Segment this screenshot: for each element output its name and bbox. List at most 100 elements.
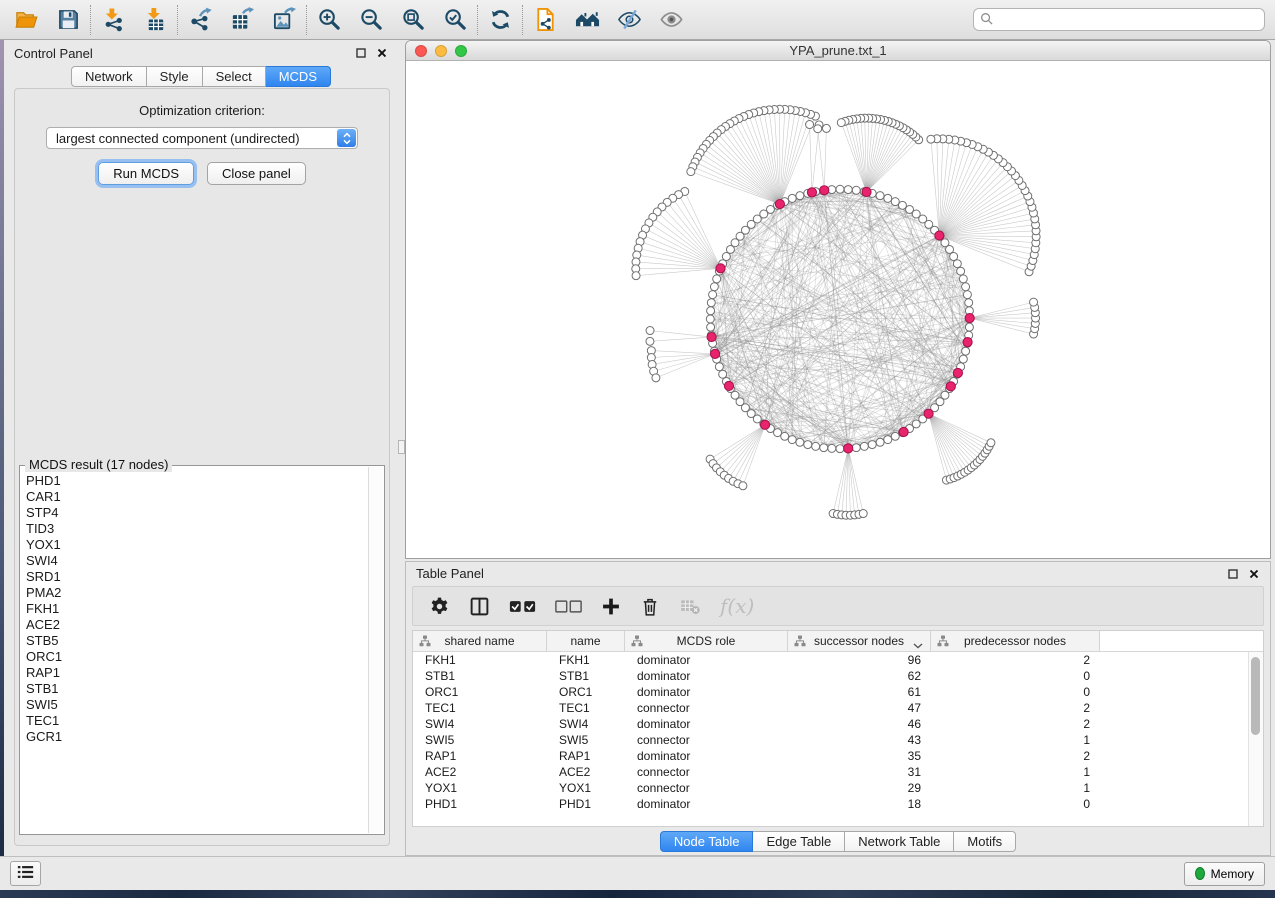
memory-button[interactable]: Memory xyxy=(1184,862,1265,886)
zoom-out-button[interactable] xyxy=(355,5,387,35)
table-delete-button xyxy=(679,591,701,621)
mcds-result-item[interactable]: PHD1 xyxy=(26,473,368,489)
table-scrollbar[interactable] xyxy=(1248,652,1263,826)
mcds-result-scrollbar[interactable] xyxy=(368,467,383,833)
minimize-window-light[interactable] xyxy=(435,45,447,57)
mcds-result-item[interactable]: SRD1 xyxy=(26,569,368,585)
import-table-button[interactable] xyxy=(139,5,171,35)
network-window-titlebar[interactable]: YPA_prune.txt_1 xyxy=(406,41,1270,61)
mcds-result-item[interactable]: ACE2 xyxy=(26,617,368,633)
column-header-shared-name[interactable]: shared name xyxy=(413,631,547,651)
optimization-criterion-label: Optimization criterion: xyxy=(139,103,265,118)
birds-eye-view-button[interactable] xyxy=(655,5,687,35)
mcds-result-item[interactable]: TEC1 xyxy=(26,713,368,729)
table-row[interactable]: TEC1TEC1connector472 xyxy=(413,700,1263,716)
tab-network-table[interactable]: Network Table xyxy=(845,831,954,852)
search-input[interactable] xyxy=(998,12,1258,27)
mcds-result-item[interactable]: STB1 xyxy=(26,681,368,697)
columns-button[interactable] xyxy=(469,591,490,621)
run-mcds-button[interactable]: Run MCDS xyxy=(98,162,194,185)
table-row[interactable]: STB1STB1dominator620 xyxy=(413,668,1263,684)
maximize-window-light[interactable] xyxy=(455,45,467,57)
table-row[interactable]: SWI5SWI5connector431 xyxy=(413,732,1263,748)
checkboxes-checked-button[interactable] xyxy=(509,591,536,621)
tab-motifs[interactable]: Motifs xyxy=(954,831,1016,852)
node-table-header: shared name name MCDS role successor nodes p… xyxy=(413,631,1263,652)
hide-graphics-details-button[interactable] xyxy=(613,5,645,35)
close-table-panel-button[interactable] xyxy=(1248,568,1260,580)
column-label: successor nodes xyxy=(814,634,904,648)
mcds-result-item[interactable]: ORC1 xyxy=(26,649,368,665)
add-button[interactable] xyxy=(601,591,621,621)
checkboxes-unchecked-button[interactable] xyxy=(555,591,582,621)
table-cell: dominator xyxy=(625,652,788,668)
network-graph xyxy=(406,61,1270,558)
table-row[interactable]: SWI4SWI4dominator462 xyxy=(413,716,1263,732)
mcds-result-item[interactable]: YOX1 xyxy=(26,537,368,553)
mcds-result-item[interactable]: TID3 xyxy=(26,521,368,537)
tab-mcds[interactable]: MCDS xyxy=(266,66,331,87)
zoom-selected-button[interactable] xyxy=(439,5,471,35)
mcds-result-item[interactable]: STB5 xyxy=(26,633,368,649)
close-panel-button[interactable] xyxy=(376,47,388,59)
export-network-button[interactable] xyxy=(184,5,216,35)
mcds-result-groupbox: MCDS result (17 nodes) PHD1CAR1STP4TID3Y… xyxy=(19,465,385,835)
column-label: MCDS role xyxy=(677,634,736,648)
search-icon xyxy=(980,12,993,28)
close-mcds-panel-button[interactable]: Close panel xyxy=(207,162,306,185)
table-scrollbar-thumb[interactable] xyxy=(1251,657,1260,735)
refresh-network-button[interactable] xyxy=(484,5,516,35)
mcds-result-item[interactable]: FKH1 xyxy=(26,601,368,617)
table-row[interactable]: YOX1YOX1connector291 xyxy=(413,780,1263,796)
mcds-result-item[interactable]: STP4 xyxy=(26,505,368,521)
mcds-result-item[interactable]: SWI4 xyxy=(26,553,368,569)
close-window-light[interactable] xyxy=(415,45,427,57)
optimization-criterion-select[interactable]: largest connected component (undirected) xyxy=(46,127,358,149)
table-row[interactable]: ACE2ACE2connector311 xyxy=(413,764,1263,780)
column-label: shared name xyxy=(444,634,514,648)
table-cell: 0 xyxy=(931,668,1100,684)
mcds-result-item[interactable]: SWI5 xyxy=(26,697,368,713)
workspace-column: YPA_prune.txt_1 Table Panel xyxy=(405,40,1275,856)
divider-handle[interactable] xyxy=(398,440,405,454)
memory-button-label: Memory xyxy=(1211,867,1254,881)
mcds-result-item[interactable]: PMA2 xyxy=(26,585,368,601)
export-table-button[interactable] xyxy=(226,5,258,35)
trash-button[interactable] xyxy=(640,591,660,621)
save-session-button[interactable] xyxy=(52,5,84,35)
tab-edge-table[interactable]: Edge Table xyxy=(753,831,845,852)
zoom-in-button[interactable] xyxy=(313,5,345,35)
panel-split-divider[interactable] xyxy=(398,40,405,856)
birds-eye-view-icon xyxy=(659,7,684,32)
mcds-result-item[interactable]: CAR1 xyxy=(26,489,368,505)
tab-node-table[interactable]: Node Table xyxy=(660,831,754,852)
column-header-MCDS-role[interactable]: MCDS role xyxy=(625,631,788,651)
desktop-wallpaper-bottom xyxy=(0,890,1275,898)
column-header-predecessor-nodes[interactable]: predecessor nodes xyxy=(931,631,1100,651)
home-view-button[interactable] xyxy=(571,5,603,35)
float-panel-button[interactable] xyxy=(355,47,367,59)
table-row[interactable]: FKH1FKH1dominator962 xyxy=(413,652,1263,668)
column-header-successor-nodes[interactable]: successor nodes xyxy=(788,631,931,651)
table-row[interactable]: RAP1RAP1dominator352 xyxy=(413,748,1263,764)
export-image-button[interactable] xyxy=(268,5,300,35)
table-row[interactable]: PHD1PHD1dominator180 xyxy=(413,796,1263,812)
mcds-result-item[interactable]: GCR1 xyxy=(26,729,368,745)
gear-button[interactable] xyxy=(429,591,450,621)
tab-select[interactable]: Select xyxy=(203,66,266,87)
network-canvas[interactable] xyxy=(406,61,1270,558)
import-network-button[interactable] xyxy=(97,5,129,35)
open-file-button[interactable] xyxy=(10,5,42,35)
search-field[interactable] xyxy=(973,8,1265,31)
column-header-name[interactable]: name xyxy=(547,631,625,651)
export-network-file-button[interactable] xyxy=(529,5,561,35)
task-history-button[interactable] xyxy=(10,861,41,886)
select-stepper-icon xyxy=(337,129,356,147)
zoom-fit-button[interactable] xyxy=(397,5,429,35)
tab-style[interactable]: Style xyxy=(147,66,203,87)
mcds-result-item[interactable]: RAP1 xyxy=(26,665,368,681)
tree-icon xyxy=(794,635,806,647)
tab-network[interactable]: Network xyxy=(71,66,147,87)
float-table-panel-button[interactable] xyxy=(1227,568,1239,580)
table-row[interactable]: ORC1ORC1dominator610 xyxy=(413,684,1263,700)
